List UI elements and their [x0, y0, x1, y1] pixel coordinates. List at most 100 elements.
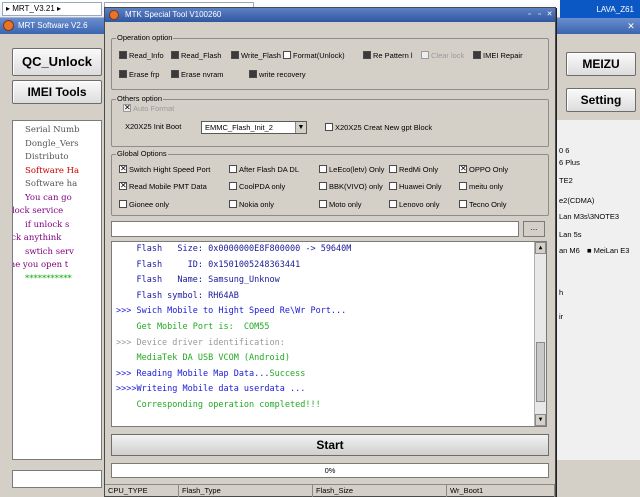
status-cell-flash-size: Flash_Size	[313, 485, 447, 497]
global-option-nokia-only[interactable]: Nokia only	[229, 200, 274, 209]
checkbox-icon	[231, 51, 239, 59]
log-line: MediaTek DA USB VCOM (Android)	[116, 353, 290, 363]
checkbox-icon	[249, 70, 257, 78]
log-text: Flash Size: 0x0000000E8F800000 -> 59640M	[116, 244, 352, 254]
model-list-item[interactable]: an M6	[559, 246, 580, 255]
log-text: >>> Reading Mobile Map Data...	[116, 368, 270, 379]
scroll-down-icon[interactable]: ▼	[535, 414, 546, 426]
checkbox-icon	[459, 164, 467, 173]
checkbox-label: Erase nvram	[181, 70, 224, 79]
checkbox-icon	[319, 165, 327, 173]
operation-checkbox-imei-repair[interactable]: IMEI Repair	[473, 51, 523, 60]
model-list-item[interactable]: e2(CDMA)	[559, 196, 594, 205]
operation-checkbox-write-recovery[interactable]: write recovery	[249, 70, 306, 79]
global-option-bbk-vivo-only[interactable]: BBK(VIVO) only	[319, 182, 383, 191]
checkbox-label: BBK(VIVO) only	[329, 182, 383, 191]
operation-checkbox-write-flash[interactable]: Write_Flash	[231, 51, 281, 60]
maximize-icon[interactable]: ▫	[535, 10, 544, 19]
model-list-panel[interactable]: 0 6 6 Plus TE2 e2(CDMA) Lan M3s\3NOTE3 Lan 5s…	[556, 120, 640, 460]
log-text: Flash Name: Samsung_Unknow	[116, 275, 280, 286]
checkbox-label: Lenovo only	[399, 200, 440, 209]
checkbox-icon	[459, 200, 467, 208]
checkbox-icon	[229, 182, 237, 190]
checkbox-icon	[119, 181, 127, 190]
global-option-meitu-only[interactable]: meitu only	[459, 182, 503, 191]
checkbox-label: Format(Unlock)	[293, 51, 345, 60]
operation-checkbox-erase-frp[interactable]: Erase frp	[119, 70, 159, 79]
checkbox-icon	[229, 165, 237, 173]
status-cell-cpu-type: CPU_TYPE	[105, 485, 179, 497]
operation-checkbox-read-info[interactable]: Read_Info	[119, 51, 164, 60]
browse-button[interactable]: ...	[523, 221, 545, 237]
scroll-thumb[interactable]	[536, 342, 545, 402]
log-line: Get Mobile Port is: COM55	[116, 322, 269, 332]
meizu-button[interactable]: MEIZU	[566, 52, 636, 76]
scroll-up-icon[interactable]: ▲	[535, 242, 546, 254]
global-option-redmi-only[interactable]: RedMi Only	[389, 165, 438, 174]
checkbox-icon	[123, 103, 131, 112]
progress-bar: 0%	[111, 463, 549, 478]
log-line: Flash symbol: RH64AB	[116, 291, 238, 301]
log-line: Flash Size: 0x0000000E8F800000 -> 59640M	[116, 244, 351, 254]
minimize-icon[interactable]: ▫	[525, 10, 534, 19]
checkbox-label: Write_Flash	[241, 51, 281, 60]
operation-option-group: Operation option	[111, 33, 549, 90]
operation-log[interactable]: ▲ ▼ Flash Size: 0x0000000E8F800000 -> 59…	[111, 241, 547, 427]
start-button[interactable]: Start	[111, 434, 549, 456]
checkbox-icon	[119, 200, 127, 208]
global-option-gionee-only[interactable]: Gionee only	[119, 200, 169, 209]
imei-tools-button[interactable]: IMEI Tools	[12, 80, 102, 104]
model-list-item[interactable]: h	[559, 288, 563, 297]
init-boot-select[interactable]: EMMC_Flash_Init_2 ▼	[201, 121, 307, 134]
checkbox-label: Gionee only	[129, 200, 170, 209]
model-list-item[interactable]: Lan M3s\3NOTE3	[559, 212, 619, 221]
checkbox-label: Read_Info	[129, 51, 164, 60]
setting-button[interactable]: Setting	[566, 88, 636, 112]
global-option-tecno-only[interactable]: Tecno Only	[459, 200, 507, 209]
app-icon	[109, 10, 119, 20]
model-list-item[interactable]: ir	[559, 312, 563, 321]
global-option-read-mobile-pmt-data[interactable]: Read Mobile PMT Data	[119, 181, 207, 191]
close-icon[interactable]: ✕	[545, 10, 554, 19]
creat-gpt-checkbox[interactable]: X20X25 Creat New gpt Block	[325, 123, 432, 132]
operation-checkbox-format-unlock-[interactable]: Format(Unlock)	[283, 51, 345, 60]
global-option-oppo-only[interactable]: OPPO Only	[459, 164, 508, 174]
global-option-leeco-letv-only[interactable]: LeEco(letv) Only	[319, 165, 384, 174]
model-list-item[interactable]: 0 6	[559, 146, 569, 155]
global-option-lenovo-only[interactable]: Lenovo only	[389, 200, 439, 209]
init-boot-value: EMMC_Flash_Init_2	[205, 123, 273, 132]
global-option-switch-hight-speed-port[interactable]: Switch Hight Speed Port	[119, 164, 211, 174]
model-list-item[interactable]: ■ MeiLan E3	[587, 246, 629, 255]
global-option-moto-only[interactable]: Moto only	[319, 200, 362, 209]
breadcrumb-path: MRT_V3.21	[12, 4, 55, 13]
checkbox-icon	[319, 200, 327, 208]
checkbox-label: RedMi Only	[399, 165, 439, 174]
breadcrumb[interactable]: ▸ MRT_V3.21 ▸	[2, 2, 102, 16]
checkbox-icon	[389, 200, 397, 208]
checkbox-label: meitu only	[469, 182, 504, 191]
model-list-item[interactable]: TE2	[559, 176, 573, 185]
log-status: Success	[269, 368, 306, 379]
group-title: Others option	[116, 94, 164, 103]
mrt-info-log[interactable]: Serial Numb Dongle_Vers Distributo Software…	[12, 120, 102, 460]
model-list-item[interactable]: Lan 5s	[559, 230, 582, 239]
init-boot-label: X20X25 Init Boot	[125, 122, 182, 131]
global-option-coolpda-only[interactable]: CoolPDA only	[229, 182, 285, 191]
model-list-item[interactable]: 6 Plus	[559, 158, 580, 167]
operation-checkbox-re-pattern-l[interactable]: Re Pattern l	[363, 51, 413, 60]
qc-unlock-button[interactable]: QC_Unlock	[12, 48, 102, 76]
group-title: Operation option	[116, 33, 174, 42]
checkbox-label: Switch Hight Speed Port	[129, 165, 211, 174]
checkbox-icon	[389, 182, 397, 190]
log-scrollbar[interactable]: ▲ ▼	[534, 242, 546, 426]
operation-checkbox-erase-nvram[interactable]: Erase nvram	[171, 70, 224, 79]
log-line: >>> Reading Mobile Map Data...Success	[116, 369, 305, 379]
global-option-after-flash-da-dl[interactable]: After Flash DA DL	[229, 165, 299, 174]
log-line: if unlock s	[25, 219, 70, 230]
taskbar-window-label[interactable]: LAVA_Z61	[560, 0, 640, 18]
chevron-down-icon[interactable]: ▼	[295, 122, 306, 133]
mrt-close-icon[interactable]: ✕	[624, 20, 638, 32]
global-option-huawei-only[interactable]: Huawei Only	[389, 182, 442, 191]
operation-checkbox-read-flash[interactable]: Read_Flash	[171, 51, 221, 60]
file-path-input[interactable]	[111, 221, 519, 237]
